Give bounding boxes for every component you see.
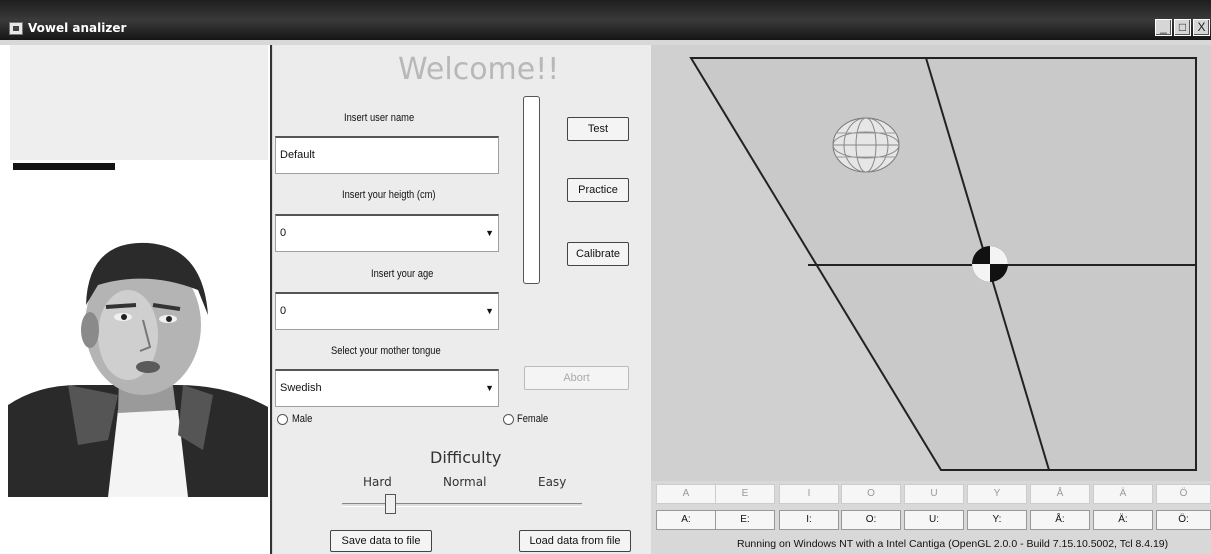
difficulty-slider-thumb[interactable]: [385, 494, 396, 514]
practice-button[interactable]: Practice: [567, 178, 629, 202]
close-button[interactable]: X: [1193, 19, 1210, 36]
vowel-key-short[interactable]: E: [715, 484, 775, 504]
vowel-key-long[interactable]: Ä:: [1093, 510, 1153, 530]
vowel-key-long[interactable]: A:: [656, 510, 716, 530]
test-button[interactable]: Test: [567, 117, 629, 141]
feedback-area: [10, 45, 268, 160]
vowel-key-short[interactable]: U: [904, 484, 964, 504]
minimize-button[interactable]: _: [1155, 19, 1172, 36]
target-sphere: [832, 117, 900, 173]
mother-tongue-value: Swedish: [280, 382, 322, 394]
status-bar-text: Running on Windows NT with a Intel Canti…: [737, 538, 1169, 550]
calibrate-button[interactable]: Calibrate: [567, 242, 629, 266]
vowel-key-short[interactable]: A: [656, 484, 716, 504]
welcome-heading: Welcome!!: [398, 52, 560, 87]
vowel-key-short[interactable]: Y: [967, 484, 1027, 504]
difficulty-slider-track[interactable]: [342, 503, 582, 507]
user-name-label: Insert user name: [344, 112, 415, 124]
age-label: Insert your age: [371, 268, 434, 280]
male-label: Male: [292, 413, 313, 425]
vowel-key-short[interactable]: I: [779, 484, 839, 504]
abort-button[interactable]: Abort: [524, 366, 629, 390]
vowel-key-long[interactable]: Å:: [1030, 510, 1090, 530]
vowel-key-long[interactable]: U:: [904, 510, 964, 530]
height-label: Insert your heigth (cm): [342, 189, 436, 201]
vowel-key-short[interactable]: Ö: [1156, 484, 1211, 504]
difficulty-normal-label: Normal: [443, 475, 487, 489]
vowel-key-short[interactable]: Ä: [1093, 484, 1153, 504]
log-scroll-area[interactable]: [523, 96, 540, 284]
mother-tongue-label: Select your mother tongue: [331, 345, 441, 357]
difficulty-title: Difficulty: [430, 448, 502, 467]
female-radio[interactable]: [503, 414, 514, 425]
vowel-key-long[interactable]: Y:: [967, 510, 1027, 530]
chevron-down-icon[interactable]: ▼: [485, 371, 494, 405]
vowel-key-short[interactable]: Å: [1030, 484, 1090, 504]
save-data-button[interactable]: Save data to file: [330, 530, 432, 552]
app-icon: [9, 22, 23, 35]
age-select[interactable]: 0 ▼: [275, 292, 499, 330]
avatar-panel: [0, 45, 272, 554]
height-select[interactable]: 0 ▼: [275, 214, 499, 252]
vowel-space-view[interactable]: [651, 45, 1211, 481]
height-value: 0: [280, 227, 287, 239]
maximize-button[interactable]: □: [1174, 19, 1191, 36]
load-data-button[interactable]: Load data from file: [519, 530, 631, 552]
title-bar: Vowel analizer _ □ X: [0, 0, 1211, 40]
age-value: 0: [280, 305, 287, 317]
user-name-input[interactable]: Default: [275, 136, 499, 174]
level-bar: [13, 163, 115, 170]
voice-cursor-ball: [972, 246, 1008, 282]
difficulty-easy-label: Easy: [538, 475, 567, 489]
talking-head-avatar: [8, 242, 268, 497]
chevron-down-icon[interactable]: ▼: [485, 216, 494, 250]
male-radio[interactable]: [277, 414, 288, 425]
vowel-key-long[interactable]: Ö:: [1156, 510, 1211, 530]
difficulty-hard-label: Hard: [363, 475, 392, 489]
chevron-down-icon[interactable]: ▼: [485, 294, 494, 328]
vowel-key-long[interactable]: E:: [715, 510, 775, 530]
vowel-key-long[interactable]: O:: [841, 510, 901, 530]
mother-tongue-select[interactable]: Swedish ▼: [275, 369, 499, 407]
vowel-key-long[interactable]: I:: [779, 510, 839, 530]
female-label: Female: [517, 413, 549, 425]
vowel-key-short[interactable]: O: [841, 484, 901, 504]
window-title: Vowel analizer: [28, 21, 127, 35]
